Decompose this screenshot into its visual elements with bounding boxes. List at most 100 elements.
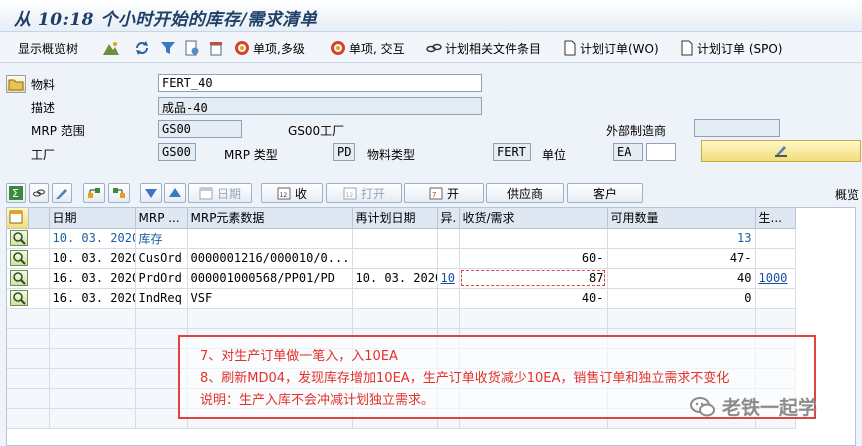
receipt-label: 收 bbox=[294, 186, 307, 201]
open-order-button[interactable]: 7 开 bbox=[404, 183, 484, 203]
row-element-data: 000001000568/PP01/PD bbox=[187, 268, 353, 289]
date-button[interactable]: 日期 bbox=[188, 183, 252, 203]
date-label: 日期 bbox=[216, 186, 241, 201]
details-magnifier-icon[interactable] bbox=[10, 230, 28, 246]
scroll-up-icon[interactable] bbox=[164, 183, 186, 203]
show-overview-tree-button[interactable]: 显示概览树 bbox=[18, 39, 78, 57]
plant-field: GS00 bbox=[158, 143, 196, 161]
table-row[interactable]: 16. 03. 2020 IndReq VSF 40- 0 bbox=[7, 288, 796, 309]
edit-header-button[interactable] bbox=[701, 140, 861, 162]
row-exception bbox=[437, 248, 460, 269]
note-line-3: 说明：生产入库不会冲减计划独立需求。 bbox=[200, 393, 435, 408]
refresh-icon[interactable] bbox=[134, 39, 150, 57]
chain-icon bbox=[426, 43, 442, 53]
column-receipt-requirement[interactable]: 收货/需求 bbox=[459, 208, 608, 229]
mrp-type-label: MRP 类型 bbox=[224, 148, 278, 162]
application-toolbar: 显示概览树 单项,多级 单项, 交互 计划相关文件条目 计划订单(WO) 计划订… bbox=[0, 33, 862, 63]
open-button[interactable]: 12 打开 bbox=[326, 183, 402, 203]
row-element-data bbox=[187, 228, 353, 249]
mountain-icon[interactable] bbox=[102, 39, 120, 57]
customer-button[interactable]: 客户 bbox=[567, 183, 643, 203]
single-interactive-button[interactable]: 单项, 交互 bbox=[330, 39, 405, 57]
column-available-qty[interactable]: 可用数量 bbox=[607, 208, 756, 229]
expand-tree-icon[interactable] bbox=[83, 183, 105, 203]
description-label: 描述 bbox=[31, 101, 56, 115]
row-date: 16. 03. 2020 bbox=[49, 268, 136, 289]
header-area: 物料 FERT_40 描述 成品-40 MRP 范围 GS00 GS00工厂 外… bbox=[0, 64, 862, 176]
row-production-link[interactable]: 1000 bbox=[755, 268, 796, 289]
row-available-qty: 47- bbox=[607, 248, 756, 269]
row-reschedule-date bbox=[352, 228, 438, 249]
wechat-icon bbox=[690, 396, 715, 416]
row-element-data: 0000001216/000010/0... bbox=[187, 248, 353, 269]
table-row[interactable]: 10. 03. 2020 库存 13 bbox=[7, 228, 796, 249]
column-mrp-element[interactable]: MRP ... bbox=[135, 208, 188, 229]
customer-label: 客户 bbox=[592, 186, 617, 201]
link-icon[interactable] bbox=[29, 183, 49, 203]
note-line-2: 8、刷新MD04，发现库存增加10EA，生产订单收货减少10EA，销售订单和独立… bbox=[200, 371, 730, 386]
details-magnifier-icon[interactable] bbox=[10, 250, 28, 266]
vendor-label: 供应商 bbox=[506, 186, 543, 201]
scroll-down-icon[interactable] bbox=[140, 183, 162, 203]
row-production bbox=[755, 288, 796, 309]
svg-text:12: 12 bbox=[279, 192, 287, 199]
empty-row bbox=[7, 308, 796, 329]
plan-files-label: 计划相关文件条目 bbox=[445, 41, 542, 56]
unit-secondary-field[interactable] bbox=[646, 143, 676, 161]
row-exception-link[interactable]: 10 bbox=[437, 268, 460, 289]
vendor-button[interactable]: 供应商 bbox=[486, 183, 564, 203]
list-toolbar: Σ 日期 12 收 12 打开 7 开 供应商 客户 概览 bbox=[0, 181, 862, 205]
target-icon bbox=[331, 41, 345, 55]
overview-tab[interactable]: 概览 bbox=[835, 186, 859, 203]
column-mrp-element-data[interactable]: MRP元素数据 bbox=[187, 208, 353, 229]
layout-settings-icon[interactable] bbox=[7, 208, 29, 228]
mrp-area-field: GS00 bbox=[158, 120, 242, 138]
row-available-qty: 13 bbox=[607, 228, 756, 249]
table-row[interactable]: 16. 03. 2020 PrdOrd 000001000568/PP01/PD… bbox=[7, 268, 796, 289]
planned-order-wo-button[interactable]: 计划订单(WO) bbox=[563, 39, 659, 57]
delete-icon[interactable] bbox=[208, 39, 224, 57]
column-exception[interactable]: 异. bbox=[437, 208, 460, 229]
column-reschedule-date[interactable]: 再计划日期 bbox=[352, 208, 438, 229]
row-receipt-requirement: 40- bbox=[459, 288, 608, 309]
mrp-area-label: MRP 范围 bbox=[31, 124, 85, 138]
folder-icon[interactable] bbox=[6, 75, 26, 93]
row-receipt-requirement: 87 bbox=[459, 268, 608, 289]
planned-order-spo-button[interactable]: 计划订单 (SPO) bbox=[680, 39, 782, 57]
row-mrp-element: 库存 bbox=[135, 228, 188, 249]
details-magnifier-icon[interactable] bbox=[10, 290, 28, 306]
show-overview-tree-label: 显示概览树 bbox=[18, 41, 79, 56]
row-production bbox=[755, 228, 796, 249]
document-icon bbox=[681, 40, 693, 56]
table-row[interactable]: 10. 03. 2020 CusOrd 0000001216/000010/0.… bbox=[7, 248, 796, 269]
row-exception bbox=[437, 288, 460, 309]
target-icon bbox=[235, 41, 249, 55]
external-manufacturer-field bbox=[694, 119, 780, 137]
receipt-button[interactable]: 12 收 bbox=[261, 183, 323, 203]
pencil-icon[interactable] bbox=[52, 183, 72, 203]
row-exception bbox=[437, 228, 460, 249]
watermark: 老铁一起学 bbox=[690, 393, 817, 420]
details-magnifier-icon[interactable] bbox=[10, 270, 28, 286]
single-multi-button[interactable]: 单项,多级 bbox=[234, 39, 305, 57]
unit-field: EA bbox=[613, 143, 643, 161]
sum-icon[interactable]: Σ bbox=[6, 183, 26, 203]
filter-icon[interactable] bbox=[160, 39, 176, 57]
material-type-label: 物料类型 bbox=[367, 148, 416, 162]
column-production[interactable]: 生... bbox=[755, 208, 796, 229]
mrp-type-field: PD bbox=[333, 143, 355, 161]
table-header: 附. 日期 MRP ... MRP元素数据 再计划日期 异. 收货/需求 可用数… bbox=[7, 208, 796, 229]
plant-label: 工厂 bbox=[31, 148, 56, 162]
row-reschedule-date: 10. 03. 2020 bbox=[352, 268, 438, 289]
watermark-text: 老铁一起学 bbox=[722, 397, 818, 419]
document-settings-icon[interactable] bbox=[184, 39, 200, 57]
plan-files-button[interactable]: 计划相关文件条目 bbox=[426, 39, 541, 57]
single-interactive-label: 单项, 交互 bbox=[349, 41, 405, 56]
column-date[interactable]: 日期 bbox=[49, 208, 136, 229]
calendar-icon: 7 bbox=[429, 187, 443, 200]
calendar-icon: 12 bbox=[343, 187, 357, 200]
collapse-tree-icon[interactable] bbox=[108, 183, 130, 203]
pencil-icon bbox=[775, 146, 787, 157]
row-available-qty: 0 bbox=[607, 288, 756, 309]
material-field[interactable]: FERT_40 bbox=[158, 74, 482, 92]
